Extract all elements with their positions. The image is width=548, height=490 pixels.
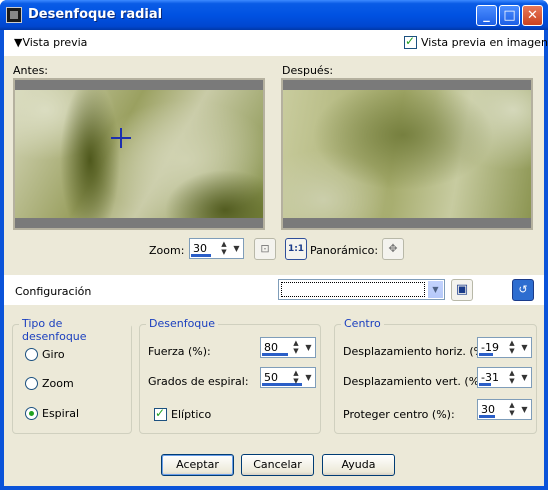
h-offset-spinbox[interactable]: -19 ▲ ▼ ▼ [477,337,532,358]
chevron-down-icon[interactable]: ▼ [231,240,242,257]
elliptic-label: Elíptico [171,408,212,421]
zoom-label: Zoom: [149,244,185,257]
elliptic-checkbox[interactable] [154,406,167,421]
chevron-down-icon[interactable]: ▼ [303,369,314,386]
help-button[interactable]: Ayuda [322,454,395,476]
blur-group: Desenfoque Fuerza (%): 80 ▲ ▼ ▼ Grados de… [139,317,321,434]
config-label: Configuración [15,285,92,298]
strength-spinbox[interactable]: 80 ▲ ▼ ▼ [260,337,316,358]
center-title: Centro [341,317,384,330]
spin-arrows-icon[interactable]: ▲ ▼ [506,369,518,386]
after-preview[interactable] [281,78,533,230]
chevron-down-icon[interactable]: ▼ [519,339,530,356]
chevron-down-icon[interactable]: ▼ [303,339,314,356]
zoom-level-bar [191,254,211,257]
strength-level-bar [262,353,288,356]
spin-arrows-icon[interactable]: ▲ ▼ [290,369,302,386]
title-bar[interactable]: Desenfoque radial _ □ ✕ [0,0,548,30]
window-title: Desenfoque radial [28,7,163,22]
spin-arrows-icon[interactable]: ▲ ▼ [290,339,302,356]
dialog-window: Desenfoque radial _ □ ✕ ▼Vista previa Vi… [0,0,548,490]
zoom-spinbox[interactable]: 30 ▲ ▼ ▼ [189,238,244,259]
app-icon[interactable] [6,7,22,23]
close-icon: ✕ [527,8,538,23]
move-icon: ✥ [388,242,398,255]
chevron-down-icon[interactable]: ▼ [519,401,530,418]
reset-icon: ↺ [518,283,528,296]
spiral-label: Grados de espiral: [148,375,249,388]
protect-spinbox[interactable]: 30 ▲ ▼ ▼ [477,399,532,420]
save-preset-icon: ▣ [455,282,469,297]
zoom-fit-icon: ⊡ [260,242,270,255]
radio-zoom[interactable] [25,377,38,390]
spin-arrows-icon[interactable]: ▲ ▼ [506,339,518,356]
after-label: Después: [282,64,334,77]
preview-bar: ▼Vista previa Vista previa en imagen [4,30,548,56]
radio-espiral[interactable] [25,407,38,420]
radio-giro[interactable] [25,348,38,361]
spin-arrows-icon[interactable]: ▲ ▼ [506,401,518,418]
before-image [15,90,263,218]
strength-label: Fuerza (%): [148,345,211,358]
after-image [283,90,531,218]
blur-type-title: Tipo de desenfoque [19,317,131,343]
minimize-button[interactable]: _ [476,5,497,26]
maximize-button[interactable]: □ [499,5,520,26]
dialog-client: ▼Vista previa Vista previa en imagen Ant… [4,30,548,486]
protect-level-bar [479,415,495,418]
ok-button[interactable]: Aceptar [161,454,234,476]
minimize-icon: _ [483,8,490,23]
v-offset-spinbox[interactable]: -31 ▲ ▼ ▼ [477,367,532,388]
maximize-icon: □ [503,8,516,23]
chevron-down-icon[interactable]: ▼ [428,281,443,298]
h-offset-level-bar [479,353,493,356]
radio-zoom-label: Zoom [42,377,74,390]
center-group: Centro Desplazamiento horiz. (%): -19 ▲ ▼… [334,317,537,434]
h-offset-label: Desplazamiento horiz. (%): [343,345,493,358]
actual-size-button[interactable]: 1:1 [285,238,307,260]
save-preset-button[interactable]: ▣ [451,279,473,301]
image-preview-checkbox[interactable] [404,34,417,49]
reset-button[interactable]: ↺ [512,279,534,301]
pan-button[interactable]: ✥ [382,238,404,260]
before-preview[interactable] [13,78,265,230]
cancel-button[interactable]: Cancelar [241,454,314,476]
before-label: Antes: [13,64,49,77]
crosshair-icon[interactable] [111,128,131,148]
radio-espiral-label: Espiral [42,407,80,420]
close-button[interactable]: ✕ [522,5,543,26]
preset-value [281,282,425,297]
spin-arrows-icon[interactable]: ▲ ▼ [218,240,230,257]
blur-type-group: Tipo de desenfoque Giro Zoom Espiral [12,317,132,434]
preview-toggle[interactable]: ▼Vista previa [14,36,87,49]
protect-label: Proteger centro (%): [343,408,455,421]
spiral-spinbox[interactable]: 50 ▲ ▼ ▼ [260,367,316,388]
zoom-fit-button[interactable]: ⊡ [254,238,276,260]
pan-label: Panorámico: [310,244,379,257]
image-preview-label: Vista previa en imagen [421,36,548,49]
radio-giro-label: Giro [42,348,65,361]
chevron-down-icon[interactable]: ▼ [519,369,530,386]
v-offset-level-bar [479,383,491,386]
preset-combobox[interactable]: ▼ [278,279,445,300]
blur-title: Desenfoque [146,317,219,330]
v-offset-label: Desplazamiento vert. (%): [343,375,488,388]
